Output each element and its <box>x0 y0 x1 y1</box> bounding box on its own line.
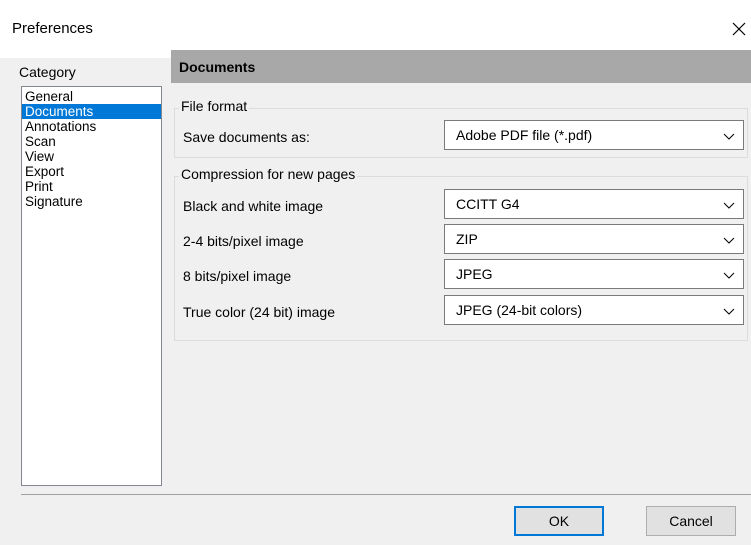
chevron-down-icon <box>723 133 735 140</box>
compression-legend: Compression for new pages <box>179 166 358 182</box>
category-item-annotations[interactable]: Annotations <box>22 119 161 134</box>
footer-separator <box>21 494 751 495</box>
save-as-value: Adobe PDF file (*.pdf) <box>456 127 593 143</box>
chevron-down-icon <box>723 202 735 209</box>
bw-image-value: CCITT G4 <box>456 196 520 212</box>
ok-button[interactable]: OK <box>514 506 604 536</box>
category-item-view[interactable]: View <box>22 149 161 164</box>
category-label: Category <box>19 64 76 80</box>
2-4bit-image-label: 2-4 bits/pixel image <box>183 233 304 249</box>
category-list[interactable]: General Documents Annotations Scan View … <box>21 86 162 486</box>
category-item-general[interactable]: General <box>22 89 161 104</box>
close-icon <box>732 22 746 36</box>
category-item-documents[interactable]: Documents <box>22 104 161 119</box>
close-button[interactable] <box>727 14 751 44</box>
save-as-label: Save documents as: <box>183 129 310 145</box>
cancel-button[interactable]: Cancel <box>646 506 736 536</box>
category-item-signature[interactable]: Signature <box>22 194 161 209</box>
content-header: Documents <box>171 50 751 83</box>
true-color-image-select[interactable]: JPEG (24-bit colors) <box>444 295 744 325</box>
true-color-image-value: JPEG (24-bit colors) <box>456 302 583 318</box>
category-item-scan[interactable]: Scan <box>22 134 161 149</box>
window-title: Preferences <box>12 20 93 37</box>
bw-image-select[interactable]: CCITT G4 <box>444 189 744 219</box>
preferences-dialog: Preferences Category General Documents A… <box>0 0 751 545</box>
category-item-print[interactable]: Print <box>22 179 161 194</box>
true-color-image-label: True color (24 bit) image <box>183 304 335 320</box>
8bit-image-label: 8 bits/pixel image <box>183 268 292 284</box>
save-as-select[interactable]: Adobe PDF file (*.pdf) <box>444 120 744 150</box>
bw-image-label: Black and white image <box>183 198 324 214</box>
2-4bit-image-select[interactable]: ZIP <box>444 224 744 254</box>
chevron-down-icon <box>723 308 735 315</box>
file-format-legend: File format <box>179 98 250 114</box>
chevron-down-icon <box>723 272 735 279</box>
8bit-image-select[interactable]: JPEG <box>444 259 744 289</box>
chevron-down-icon <box>723 237 735 244</box>
content-header-title: Documents <box>179 59 256 75</box>
2-4bit-image-value: ZIP <box>456 231 478 247</box>
category-item-export[interactable]: Export <box>22 164 161 179</box>
8bit-image-value: JPEG <box>456 266 493 282</box>
